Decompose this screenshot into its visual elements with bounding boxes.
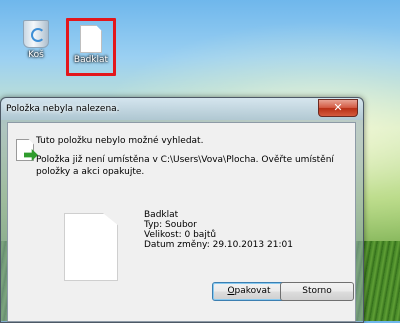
file-name: Badklat bbox=[144, 210, 179, 220]
desktop-icon-recycle-bin[interactable]: Koš bbox=[10, 18, 62, 60]
file-properties: Badklat Typ: Soubor Velikost: 0 bajtů Da… bbox=[144, 210, 293, 250]
retry-button[interactable]: Opakovat bbox=[212, 282, 286, 301]
item-not-found-dialog: Položka nebyla nalezena. ✕ Tuto položku … bbox=[0, 97, 364, 323]
file-type: Typ: Soubor bbox=[144, 220, 197, 230]
retry-label: pakovat bbox=[234, 286, 271, 296]
desktop-icon-label: Badklat bbox=[73, 55, 109, 65]
dialog-content: Tuto položku nebylo možné vyhledat. Polo… bbox=[7, 122, 356, 322]
retry-mnemonic: O bbox=[227, 286, 235, 296]
cancel-button[interactable]: Storno bbox=[280, 282, 354, 301]
file-icon bbox=[80, 25, 102, 53]
message-heading: Tuto položku nebylo možné vyhledat. bbox=[36, 136, 204, 146]
file-preview-icon bbox=[64, 213, 118, 281]
desktop-icon-badklat[interactable]: Badklat bbox=[66, 18, 116, 76]
recycle-bin-icon bbox=[23, 20, 49, 48]
dialog-titlebar[interactable]: Položka nebyla nalezena. ✕ bbox=[1, 98, 363, 120]
close-button[interactable]: ✕ bbox=[318, 99, 358, 117]
file-size: Velikost: 0 bajtů bbox=[144, 230, 217, 240]
desktop-icon-label: Koš bbox=[28, 50, 44, 60]
close-icon: ✕ bbox=[333, 101, 343, 114]
file-move-icon bbox=[16, 139, 38, 165]
file-date: Datum změny: 29.10.2013 21:01 bbox=[144, 240, 293, 250]
dialog-title: Položka nebyla nalezena. bbox=[6, 104, 120, 114]
message-detail: Položka již není umístěna v C:\Users\Vov… bbox=[36, 155, 334, 177]
